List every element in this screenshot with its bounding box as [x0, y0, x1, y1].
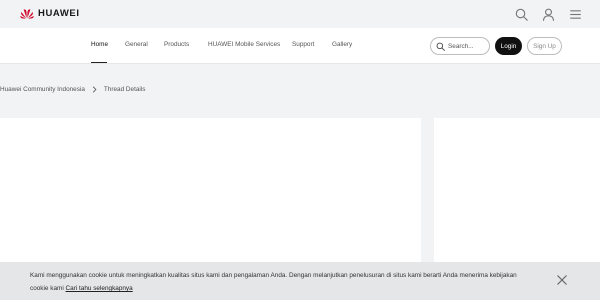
menu-icon[interactable] — [569, 8, 582, 21]
huawei-logo[interactable]: HUAWEI — [20, 8, 80, 19]
chevron-right-icon — [92, 86, 97, 93]
nav-item-home[interactable]: Home — [91, 28, 108, 64]
close-icon[interactable] — [556, 274, 568, 286]
search-input[interactable] — [448, 42, 488, 50]
breadcrumb-item-current: Thread Details — [103, 86, 146, 93]
nav-item-gallery[interactable]: Gallery — [332, 28, 352, 64]
search-box[interactable] — [430, 37, 490, 55]
user-icon[interactable] — [542, 8, 555, 21]
sign-up-button[interactable]: Sign Up — [527, 37, 562, 55]
active-nav-underline — [91, 61, 107, 63]
cookie-message: Kami menggunakan cookie untuk meningkatk… — [30, 269, 530, 295]
search-icon — [436, 42, 445, 51]
nav-item-general[interactable]: General — [125, 28, 148, 64]
breadcrumb-item-community[interactable]: Huawei Community Indonesia — [0, 86, 85, 93]
brand-name: HUAWEI — [38, 8, 80, 19]
top-bar: HUAWEI — [0, 0, 600, 28]
breadcrumb: Huawei Community Indonesia Thread Detail… — [0, 86, 145, 93]
cookie-learn-more-link[interactable]: Cari tahu selengkapnya — [66, 285, 133, 292]
search-icon[interactable] — [515, 8, 528, 21]
nav-item-support[interactable]: Support — [292, 28, 314, 64]
cookie-banner: Kami menggunakan cookie untuk meningkatk… — [0, 262, 600, 300]
nav-item-products[interactable]: Products — [164, 28, 189, 64]
huawei-flower-logo-icon — [20, 9, 34, 19]
nav-item-huawei-mobile-services[interactable]: HUAWEI Mobile Services — [208, 28, 280, 64]
top-icon-group — [501, 8, 582, 21]
login-button[interactable]: Login — [495, 37, 522, 55]
main-navbar: Home General Products HUAWEI Mobile Serv… — [0, 28, 600, 64]
